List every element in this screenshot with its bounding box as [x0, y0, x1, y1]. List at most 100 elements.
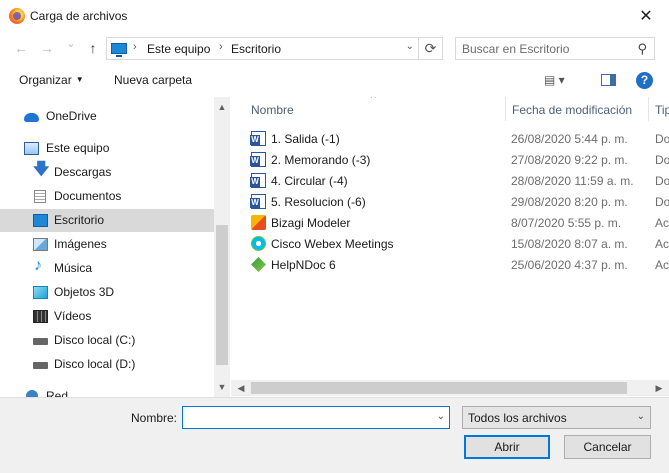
- search-box[interactable]: ⚲: [455, 37, 655, 60]
- file-type: Do: [655, 195, 669, 209]
- file-name: 1. Salida (-1): [271, 132, 340, 146]
- sidebar-item-label: Vídeos: [54, 309, 92, 323]
- computer-icon: [111, 43, 127, 57]
- organize-label: Organizar: [19, 73, 72, 87]
- local-disk-icon: [33, 362, 48, 369]
- scrollbar-thumb[interactable]: [251, 382, 627, 394]
- onedrive-cloud-icon: [24, 113, 39, 122]
- file-date: 8/07/2020 5:55 p. m.: [511, 216, 622, 230]
- back-arrow-icon[interactable]: ←: [12, 38, 30, 58]
- refresh-icon[interactable]: ⟳: [418, 38, 442, 59]
- recent-locations-chevron-icon[interactable]: ⌄: [62, 34, 80, 54]
- sidebar-item-label: Imágenes: [54, 237, 107, 251]
- music-note-icon: ♪: [34, 257, 42, 274]
- file-name-combobox[interactable]: ⌄: [182, 406, 450, 429]
- breadcrumb-escritorio[interactable]: Escritorio: [231, 42, 281, 56]
- open-button[interactable]: Abrir: [464, 435, 550, 459]
- file-name-dropdown-chevron-icon[interactable]: ⌄: [437, 411, 445, 422]
- bizagi-shortcut-icon: [251, 215, 266, 230]
- desktop-icon: [33, 214, 48, 227]
- column-divider[interactable]: [505, 97, 506, 121]
- sidebar-item-escritorio[interactable]: Escritorio: [0, 209, 214, 232]
- file-name-input[interactable]: [187, 410, 427, 426]
- sidebar-item-disco-d[interactable]: Disco local (D:): [0, 353, 214, 376]
- column-header-name[interactable]: Nombre: [251, 103, 294, 117]
- address-dropdown-chevron-icon[interactable]: ⌄: [406, 41, 414, 52]
- search-icon[interactable]: ⚲: [637, 41, 647, 57]
- videos-film-icon: [33, 310, 48, 323]
- command-toolbar: Organizar ▼ Nueva carpeta ▤ ▾ ?: [0, 66, 669, 96]
- title-bar: Carga de archivos ✕: [0, 0, 669, 32]
- sidebar-item-label: Objetos 3D: [54, 285, 115, 299]
- sidebar-scrollbar[interactable]: ▲ ▼: [214, 97, 230, 397]
- scroll-left-arrow-icon[interactable]: ◀: [233, 380, 249, 396]
- file-row[interactable]: 5. Resolucion (-6) 29/08/2020 8:20 p. m.…: [231, 191, 669, 212]
- sidebar-item-onedrive[interactable]: OneDrive: [0, 105, 214, 128]
- file-list: ^ Nombre Fecha de modificación Tipo 1. S…: [231, 97, 669, 397]
- column-divider[interactable]: [648, 97, 649, 121]
- sidebar-item-label: Red: [46, 389, 69, 397]
- sidebar-item-descargas[interactable]: 🡇 Descargas: [0, 161, 214, 184]
- preview-pane-icon[interactable]: [601, 74, 616, 86]
- view-options-icon[interactable]: ▤ ▾: [544, 73, 576, 89]
- file-type: Ac: [655, 237, 669, 251]
- sidebar-item-label: Disco local (D:): [54, 357, 136, 371]
- sidebar-item-label: Disco local (C:): [54, 333, 136, 347]
- file-type: Do: [655, 153, 669, 167]
- scroll-right-arrow-icon[interactable]: ▶: [651, 380, 667, 396]
- sidebar-item-documentos[interactable]: Documentos: [0, 185, 214, 208]
- breadcrumb-este-equipo[interactable]: Este equipo: [147, 42, 210, 56]
- navigation-pane: OneDrive Este equipo 🡇 Descargas Documen…: [0, 97, 230, 397]
- word-doc-icon: [250, 131, 266, 146]
- file-row[interactable]: Cisco Webex Meetings 15/08/2020 8:07 a. …: [231, 233, 669, 254]
- file-row[interactable]: 2. Memorando (-3) 27/08/2020 9:22 p. m. …: [231, 149, 669, 170]
- up-arrow-icon[interactable]: ↑: [84, 38, 102, 58]
- column-header-date[interactable]: Fecha de modificación: [512, 103, 632, 117]
- file-row[interactable]: 4. Circular (-4) 28/08/2020 11:59 a. m. …: [231, 170, 669, 191]
- file-list-horizontal-scrollbar[interactable]: ◀ ▶: [231, 380, 669, 396]
- network-icon: [26, 390, 38, 397]
- file-date: 26/08/2020 5:44 p. m.: [511, 132, 628, 146]
- sidebar-item-musica[interactable]: ♪ Música: [0, 257, 214, 280]
- documents-icon: [34, 190, 46, 203]
- cancel-button[interactable]: Cancelar: [564, 435, 651, 459]
- sidebar-item-disco-c[interactable]: Disco local (C:): [0, 329, 214, 352]
- pictures-icon: [33, 238, 48, 251]
- file-row[interactable]: 1. Salida (-1) 26/08/2020 5:44 p. m. Do: [231, 128, 669, 149]
- file-date: 25/06/2020 4:37 p. m.: [511, 258, 628, 272]
- sidebar-item-este-equipo[interactable]: Este equipo: [0, 137, 214, 160]
- column-header-type[interactable]: Tipo: [655, 103, 669, 117]
- file-date: 15/08/2020 8:07 a. m.: [511, 237, 628, 251]
- forward-arrow-icon[interactable]: →: [38, 38, 56, 58]
- organize-button[interactable]: Organizar ▼: [19, 73, 84, 87]
- file-row[interactable]: Bizagi Modeler 8/07/2020 5:55 p. m. Ac: [231, 212, 669, 233]
- window-title: Carga de archivos: [30, 9, 128, 23]
- scroll-down-arrow-icon[interactable]: ▼: [214, 379, 230, 395]
- organize-caret-icon: ▼: [75, 75, 84, 84]
- file-type: Do: [655, 174, 669, 188]
- sidebar-item-objetos-3d[interactable]: Objetos 3D: [0, 281, 214, 304]
- sidebar-item-videos[interactable]: Vídeos: [0, 305, 214, 328]
- help-icon[interactable]: ?: [636, 72, 653, 89]
- file-type-filter-value: Todos los archivos: [468, 411, 567, 425]
- address-bar[interactable]: › Este equipo › Escritorio ⌄ ⟳: [106, 37, 443, 60]
- sidebar-item-imagenes[interactable]: Imágenes: [0, 233, 214, 256]
- file-name: Cisco Webex Meetings: [271, 237, 394, 251]
- sidebar-item-label: Este equipo: [46, 141, 110, 155]
- sidebar-item-label: OneDrive: [46, 109, 97, 123]
- file-name: 4. Circular (-4): [271, 174, 348, 188]
- sidebar-item-label: Documentos: [54, 189, 122, 203]
- scroll-up-arrow-icon[interactable]: ▲: [214, 99, 230, 115]
- close-button[interactable]: ✕: [623, 0, 669, 32]
- scrollbar-thumb[interactable]: [216, 225, 228, 365]
- new-folder-button[interactable]: Nueva carpeta: [114, 73, 192, 87]
- sidebar-item-red[interactable]: Red: [0, 385, 214, 397]
- webex-shortcut-icon: [251, 236, 266, 251]
- file-name-label: Nombre:: [131, 411, 178, 425]
- search-input[interactable]: [462, 41, 627, 57]
- file-type-filter-select[interactable]: Todos los archivos ⌄: [462, 406, 651, 429]
- breadcrumb-separator: ›: [133, 41, 137, 53]
- file-row[interactable]: HelpNDoc 6 25/06/2020 4:37 p. m. Ac: [231, 254, 669, 275]
- sidebar-item-label: Descargas: [54, 165, 112, 179]
- word-doc-icon: [250, 152, 266, 167]
